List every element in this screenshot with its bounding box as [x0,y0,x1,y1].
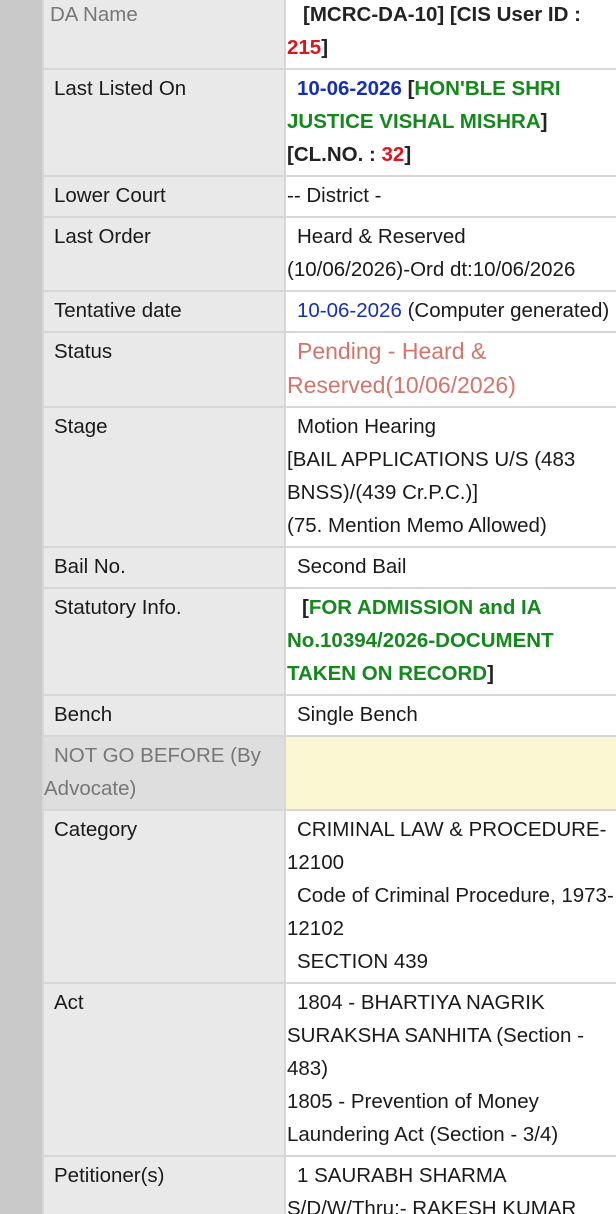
last-listed-date: 10-06-2026 [297,77,402,100]
case-status-page: DA Name [MCRC-DA-10] [CIS User ID : 215]… [42,0,616,1214]
act-item-1: 1804 - BHARTIYA NAGRIK SURAKSHA SANHITA … [287,991,584,1080]
stage-detail: [BAIL APPLICATIONS U/S (483 BNSS)/(439 C… [287,448,576,504]
cl-number: 32 [381,143,405,166]
case-details-table: DA Name [MCRC-DA-10] [CIS User ID : 215]… [42,0,616,1214]
last-listed-label: Last Listed On [42,68,286,177]
petitioner-name: 1 SAURABH SHARMA [297,1164,507,1187]
row-bench: Bench Single Bench [42,694,616,737]
act-label: Act [42,982,286,1157]
tentative-date: 10-06-2026 [297,299,402,322]
da-name-value: [MCRC-DA-10] [CIS User ID : 215] [284,0,616,70]
cl-prefix: [CL.NO. : [287,143,382,166]
status-label: Status [42,331,286,408]
last-order-date: (10/06/2026)-Ord dt:10/06/2026 [287,258,576,281]
not-go-before-text: NOT GO BEFORE (By Advocate) [44,744,261,800]
lower-court-value: -- District - [284,175,616,218]
da-name-label: DA Name [42,0,286,70]
statutory-info-value: [FOR ADMISSION and IA No.10394/2026-DOCU… [284,587,616,696]
statutory-bracket-open: [ [302,596,309,619]
row-act: Act 1804 - BHARTIYA NAGRIK SURAKSHA SANH… [42,982,616,1157]
last-listed-value: 10-06-2026 [HON'BLE SHRI JUSTICE VISHAL … [284,68,616,177]
cis-suffix: ] [321,36,329,59]
tentative-date-label: Tentative date [42,290,286,333]
row-not-go-before: NOT GO BEFORE (By Advocate) [42,735,616,811]
row-da-name: DA Name [MCRC-DA-10] [CIS User ID : 215] [42,0,616,70]
bail-no-value: Second Bail [284,546,616,589]
tentative-date-value: 10-06-2026 (Computer generated) [284,290,616,333]
bench-value: Single Bench [284,694,616,737]
row-last-listed: Last Listed On 10-06-2026 [HON'BLE SHRI … [42,68,616,177]
category-main: CRIMINAL LAW & PROCEDURE-12100 [287,818,607,874]
row-tentative-date: Tentative date 10-06-2026 (Computer gene… [42,290,616,333]
row-last-order: Last Order Heard & Reserved (10/06/2026)… [42,216,616,292]
not-go-before-value [284,735,616,811]
row-lower-court: Lower Court -- District - [42,175,616,218]
category-section: SECTION 439 [297,950,429,973]
not-go-before-label: NOT GO BEFORE (By Advocate) [42,735,286,811]
cis-prefix: [CIS User ID : [444,3,581,26]
cis-user-id: 215 [287,36,322,59]
statutory-info-label: Statutory Info. [42,587,286,696]
act-value: 1804 - BHARTIYA NAGRIK SURAKSHA SANHITA … [284,982,616,1157]
tentative-note: (Computer generated) [401,299,610,322]
row-petitioner: Petitioner(s) 1 SAURABH SHARMA S/D/W/Thr… [42,1155,616,1214]
last-order-label: Last Order [42,216,286,292]
act-item-2: 1805 - Prevention of Money Laundering Ac… [287,1090,559,1146]
bench-text: Single Bench [297,703,418,726]
da-code: [MCRC-DA-10] [303,3,445,26]
last-order-text: Heard & Reserved [297,225,466,248]
petitioner-label: Petitioner(s) [42,1155,286,1214]
judge-bracket-close: ] [540,110,548,133]
row-stage: Stage Motion Hearing [BAIL APPLICATIONS … [42,406,616,548]
petitioner-value: 1 SAURABH SHARMA S/D/W/Thru:- RAKESH KUM… [284,1155,616,1214]
bail-no-label: Bail No. [42,546,286,589]
stage-value: Motion Hearing [BAIL APPLICATIONS U/S (4… [284,406,616,548]
status-value: Pending - Heard & Reserved(10/06/2026) [284,331,616,408]
category-label: Category [42,809,286,984]
cl-suffix: ] [404,143,412,166]
bench-label: Bench [42,694,286,737]
statutory-text: FOR ADMISSION and IA No.10394/2026-DOCUM… [287,596,554,685]
category-sub: Code of Criminal Procedure, 1973-12102 [287,884,614,940]
stage-text: Motion Hearing [297,415,437,438]
lower-court-label: Lower Court [42,175,286,218]
judge-bracket-open: [ [401,77,415,100]
row-statutory-info: Statutory Info. [FOR ADMISSION and IA No… [42,587,616,696]
stage-memo: (75. Mention Memo Allowed) [287,514,547,537]
petitioner-relation: S/D/W/Thru:- RAKESH KUMAR [287,1197,577,1214]
row-bail-no: Bail No. Second Bail [42,546,616,589]
statutory-bracket-close: ] [487,662,494,685]
last-order-value: Heard & Reserved (10/06/2026)-Ord dt:10/… [284,216,616,292]
stage-label: Stage [42,406,286,548]
category-value: CRIMINAL LAW & PROCEDURE-12100 Code of C… [284,809,616,984]
row-category: Category CRIMINAL LAW & PROCEDURE-12100 … [42,809,616,984]
status-text-1: Pending - Heard & [297,338,487,364]
status-text-2: Reserved(10/06/2026) [287,372,516,398]
bail-no-text: Second Bail [297,555,407,578]
row-status: Status Pending - Heard & Reserved(10/06/… [42,331,616,408]
